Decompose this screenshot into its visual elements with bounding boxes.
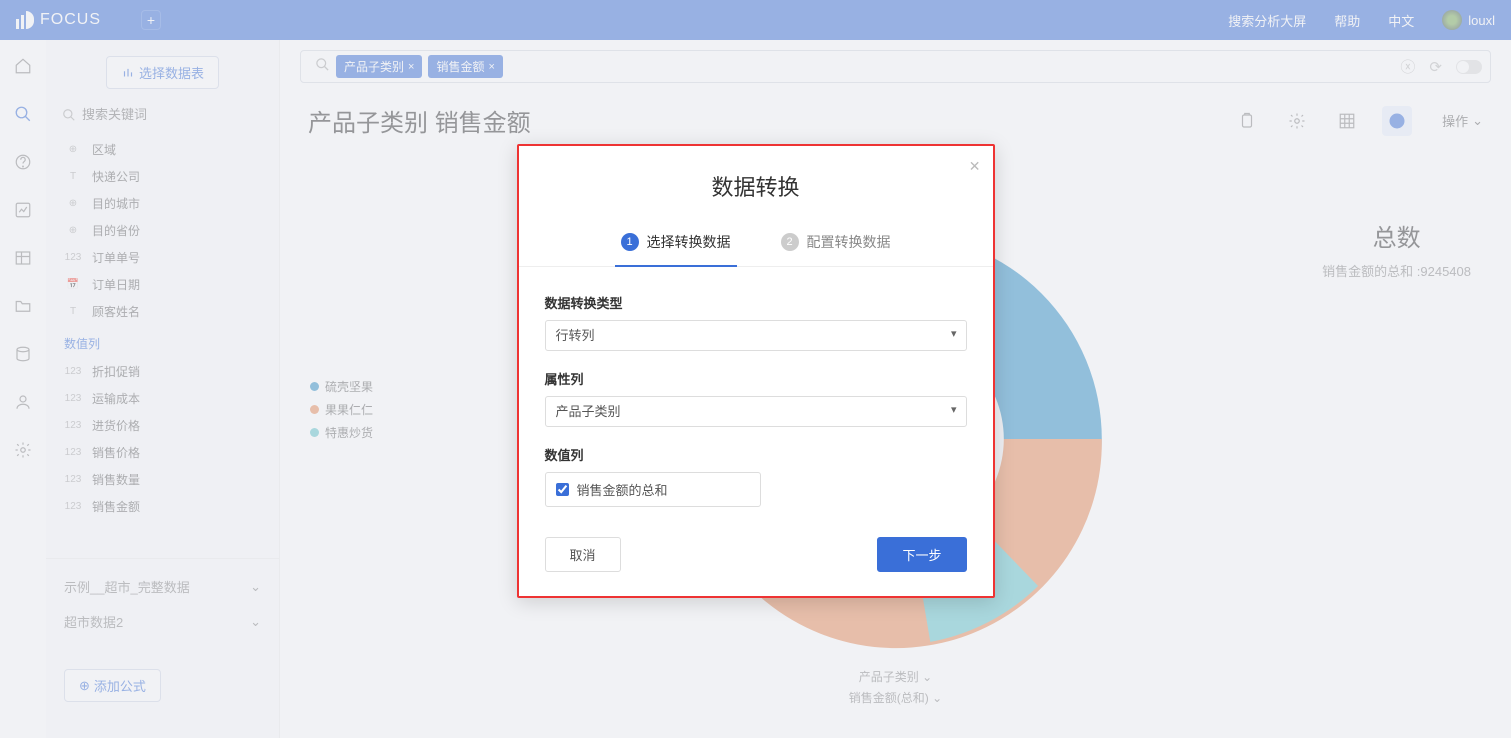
close-icon[interactable]: ✕	[969, 158, 981, 175]
checkbox[interactable]	[556, 483, 569, 496]
cancel-button[interactable]: 取消	[545, 537, 621, 572]
data-transform-modal: ✕ 数据转换 1选择转换数据 2配置转换数据 数据转换类型 行转列 属性列 产品…	[517, 144, 995, 598]
field-label: 数值列	[545, 445, 967, 464]
step-number: 1	[621, 233, 639, 251]
field-label: 数据转换类型	[545, 293, 967, 312]
value-column-checkbox[interactable]: 销售金额的总和	[545, 472, 761, 507]
modal-body: 数据转换类型 行转列 属性列 产品子类别 数值列 销售金额的总和	[519, 267, 993, 517]
modal-overlay: ✕ 数据转换 1选择转换数据 2配置转换数据 数据转换类型 行转列 属性列 产品…	[0, 0, 1511, 738]
step-number: 2	[781, 233, 799, 251]
attribute-column-select[interactable]: 产品子类别	[545, 396, 967, 427]
next-button[interactable]: 下一步	[877, 537, 966, 572]
step-1[interactable]: 1选择转换数据	[621, 232, 731, 266]
modal-title: 数据转换	[519, 170, 993, 202]
field-label: 属性列	[545, 369, 967, 388]
transform-type-select[interactable]: 行转列	[545, 320, 967, 351]
step-2[interactable]: 2配置转换数据	[781, 232, 891, 266]
modal-footer: 取消 下一步	[519, 517, 993, 576]
steps: 1选择转换数据 2配置转换数据	[519, 232, 993, 267]
